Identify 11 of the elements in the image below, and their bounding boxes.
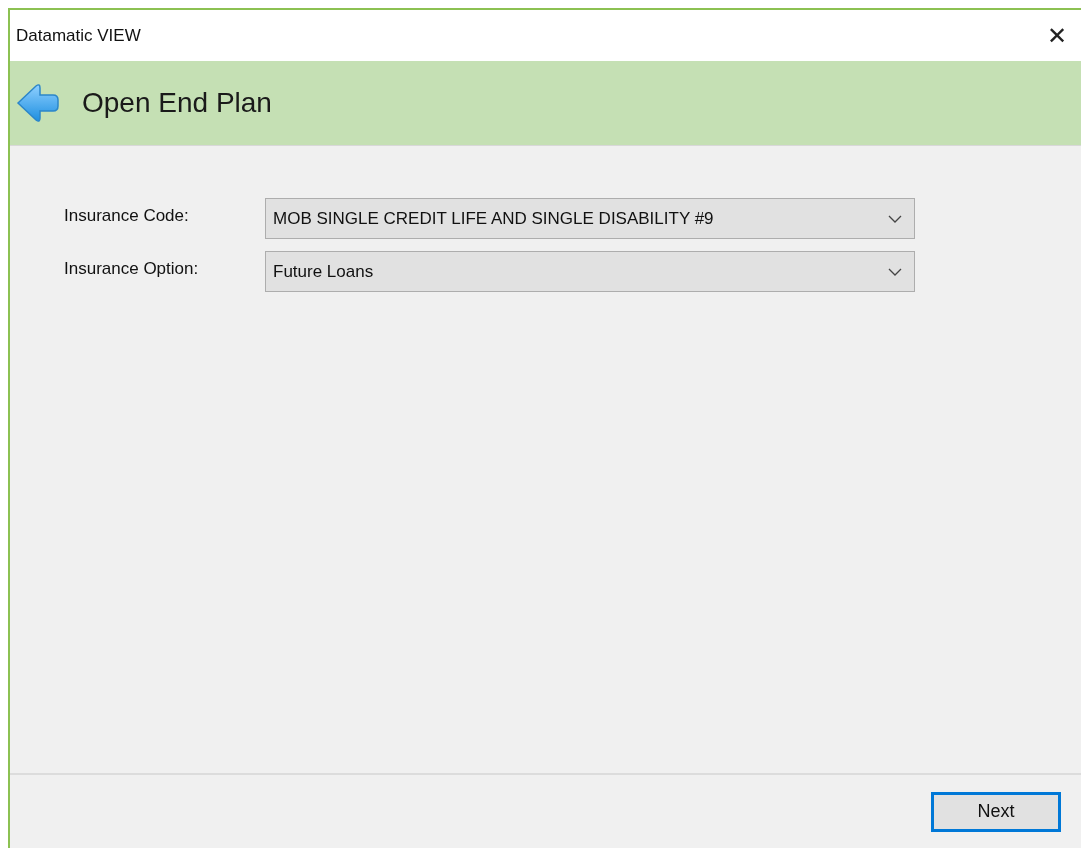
next-button[interactable]: Next: [931, 791, 1061, 832]
close-button[interactable]: ✕: [1043, 23, 1071, 48]
page-title: Open End Plan: [82, 86, 272, 120]
chevron-down-icon: [888, 267, 902, 276]
field-label: Insurance Code:: [64, 205, 190, 227]
back-arrow-icon[interactable]: [16, 83, 60, 123]
window-title: Datamatic VIEW: [16, 24, 141, 47]
field-label: Insurance Option:: [64, 258, 200, 280]
chevron-down-icon: [888, 214, 902, 223]
dropdown-field[interactable]: MOB SINGLE CREDIT LIFE AND SINGLE DISABILITY #9: [265, 198, 915, 239]
dropdown-field[interactable]: Future Loans: [265, 251, 915, 292]
